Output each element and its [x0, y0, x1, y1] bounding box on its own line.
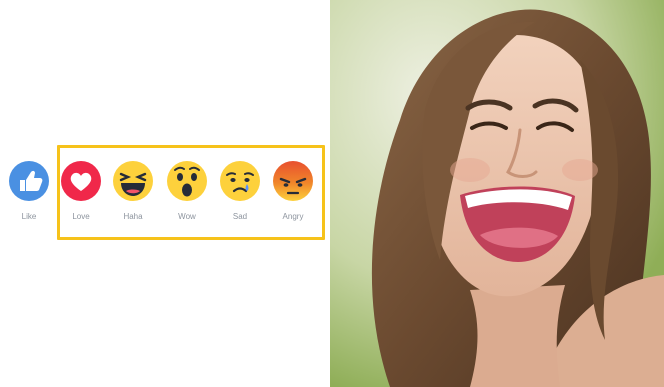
reaction-label-wow: Wow [178, 212, 196, 221]
reaction-label-love: Love [72, 212, 90, 221]
laughing-woman-photo [330, 0, 664, 387]
reaction-wow[interactable]: Wow [162, 160, 212, 221]
reactions-panel: Like Love Haha Wow Sad Angry [0, 0, 330, 387]
reaction-angry[interactable]: Angry [268, 160, 318, 221]
reaction-haha[interactable]: Haha [108, 160, 158, 221]
sad-face-icon [220, 161, 260, 201]
surprised-face-icon [167, 161, 207, 201]
reaction-sad[interactable]: Sad [215, 160, 265, 221]
angry-face-icon [273, 161, 313, 201]
reaction-love[interactable]: Love [56, 160, 106, 221]
reaction-label-angry: Angry [282, 212, 304, 221]
reaction-label-haha: Haha [123, 212, 143, 221]
heart-icon [61, 161, 101, 201]
reaction-label-like: Like [21, 212, 37, 221]
laughing-face-icon [113, 161, 153, 201]
reaction-like[interactable]: Like [4, 160, 54, 221]
reaction-label-sad: Sad [232, 212, 248, 221]
photo-illustration [330, 0, 664, 387]
thumbs-up-icon [9, 161, 49, 201]
